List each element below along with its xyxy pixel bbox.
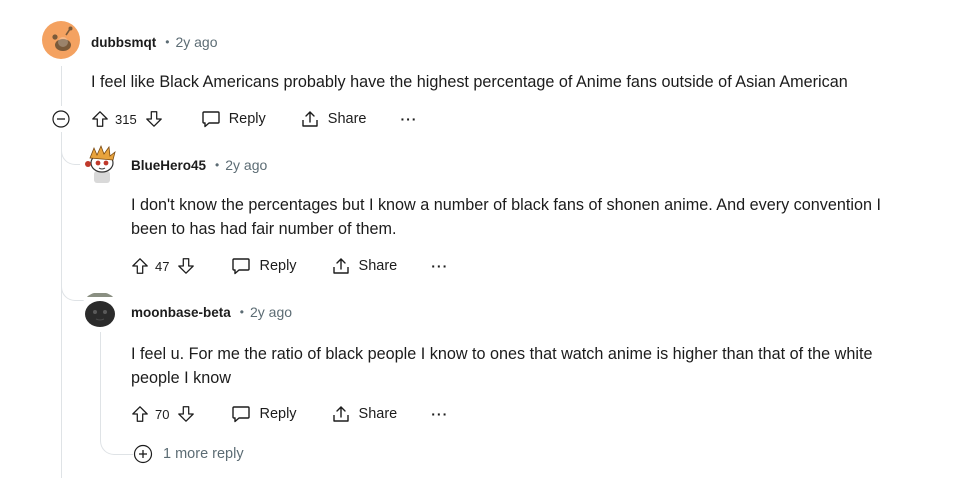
upvote-button[interactable] — [131, 257, 149, 275]
thread-line-main-lower — [61, 132, 62, 478]
thread-elbow-more-replies — [100, 420, 133, 455]
vote-count: 70 — [155, 406, 170, 422]
downvote-arrow-icon — [178, 406, 195, 422]
author-name[interactable]: moonbase-beta — [131, 305, 231, 320]
comment-text-line: I feel u. For me the ratio of black peop… — [131, 345, 873, 363]
author-name[interactable]: dubbsmqt — [91, 35, 156, 50]
comment-text-line: people I know — [131, 369, 231, 387]
share-icon — [302, 111, 318, 127]
comment-bubble-icon — [202, 111, 220, 128]
share-icon — [332, 406, 349, 422]
timestamp[interactable]: 2y ago — [250, 304, 292, 320]
share-label: Share — [358, 258, 398, 274]
share-icon — [332, 258, 349, 274]
expand-plus-icon — [133, 444, 153, 464]
upvote-arrow-icon — [132, 406, 148, 422]
comment-meta: moonbase-beta • 2y ago — [131, 303, 292, 321]
snoo-avatar-icon — [52, 26, 73, 51]
upvote-button[interactable] — [131, 405, 149, 423]
timestamp[interactable]: 2y ago — [175, 34, 217, 50]
avatar[interactable] — [42, 21, 80, 59]
thread-line-main — [61, 66, 62, 106]
more-options-button[interactable]: ··· — [431, 407, 448, 421]
downvote-button[interactable] — [177, 405, 195, 423]
meta-separator: • — [215, 158, 220, 172]
comment-meta: BlueHero45 • 2y ago — [131, 156, 267, 174]
share-button[interactable]: Share — [331, 257, 398, 275]
comment-actions: 70 Reply Share ··· — [131, 402, 448, 426]
share-button[interactable]: Share — [331, 405, 398, 423]
thread-elbow-reply-2 — [61, 250, 86, 301]
collapse-thread-button[interactable] — [52, 110, 70, 128]
comment-text: I feel like Black Americans probably hav… — [91, 73, 848, 91]
reply-label: Reply — [228, 111, 266, 127]
reply-button[interactable]: Reply — [231, 257, 297, 275]
author-name[interactable]: BlueHero45 — [131, 158, 206, 173]
collapse-icon — [52, 110, 70, 128]
upvote-arrow-icon — [92, 111, 108, 127]
share-label: Share — [327, 111, 367, 127]
more-replies-label: 1 more reply — [163, 446, 244, 462]
downvote-button[interactable] — [145, 110, 163, 128]
comment-text: I feel u. For me the ratio of black peop… — [131, 342, 872, 390]
more-replies-button[interactable]: 1 more reply — [133, 444, 244, 464]
upvote-arrow-icon — [132, 258, 148, 274]
vote-count: 315 — [115, 111, 137, 127]
vote-group: 47 — [131, 257, 195, 275]
thread-line-reply-2 — [100, 332, 101, 422]
comment-text: I don't know the percentages but I know … — [131, 193, 881, 241]
avatar[interactable] — [80, 292, 120, 332]
more-options-button[interactable]: ··· — [431, 259, 448, 273]
vote-group: 70 — [131, 405, 195, 423]
reply-label: Reply — [259, 258, 297, 274]
downvote-arrow-icon — [178, 258, 195, 274]
avatar[interactable] — [80, 143, 122, 185]
meta-separator: • — [239, 305, 244, 319]
downvote-arrow-icon — [145, 111, 162, 127]
vote-group: 315 — [91, 110, 163, 128]
meta-separator: • — [165, 35, 170, 49]
comment-meta: dubbsmqt • 2y ago — [91, 33, 218, 51]
comment-actions: 315 Reply Share ··· — [91, 107, 417, 131]
timestamp[interactable]: 2y ago — [225, 157, 267, 173]
vote-count: 47 — [155, 258, 170, 274]
snoo-avatar-icon — [82, 293, 118, 327]
share-button[interactable]: Share — [300, 110, 367, 128]
comment-text-line: I don't know the percentages but I know … — [131, 196, 881, 214]
comment-bubble-icon — [232, 406, 251, 423]
reply-button[interactable]: Reply — [231, 405, 297, 423]
reply-label: Reply — [259, 406, 297, 422]
snoo-avatar-icon — [85, 144, 116, 183]
comment-bubble-icon — [232, 258, 251, 275]
comment-text-line: been to has had fair number of them. — [131, 220, 397, 238]
downvote-button[interactable] — [177, 257, 195, 275]
share-label: Share — [358, 406, 398, 422]
upvote-button[interactable] — [91, 110, 109, 128]
reply-button[interactable]: Reply — [201, 110, 266, 128]
more-options-button[interactable]: ··· — [400, 112, 417, 126]
comment-actions: 47 Reply Share ··· — [131, 254, 448, 278]
